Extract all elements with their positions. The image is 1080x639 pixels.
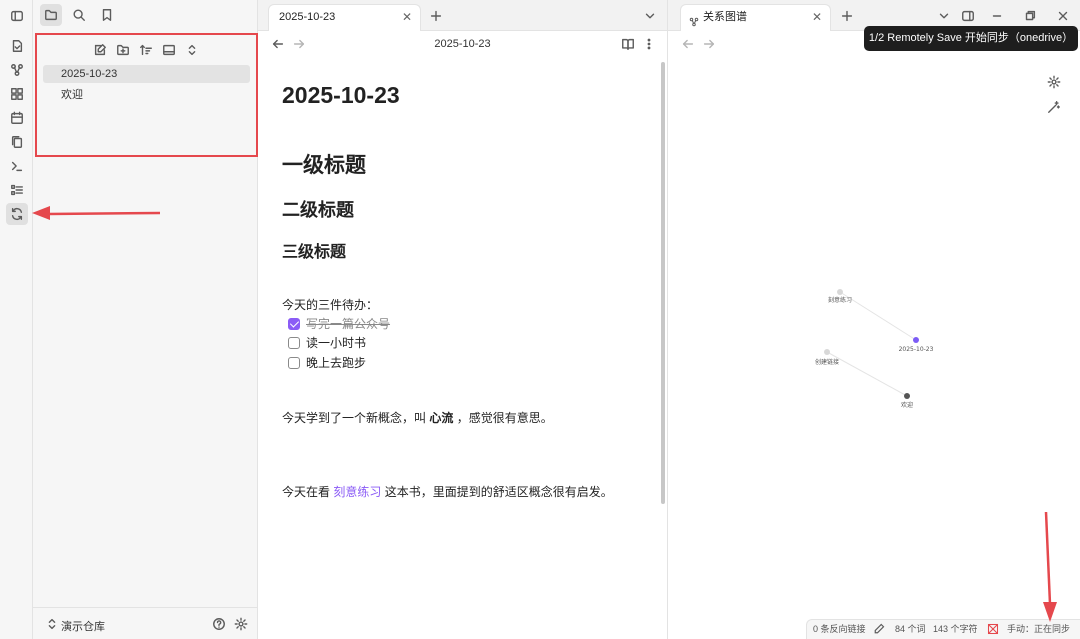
graph-pane: 关系图谱 ✕ 刻意练习 2025-10-23 创建链接 欢迎 bbox=[668, 0, 1080, 639]
file-item[interactable]: 欢迎 bbox=[43, 86, 250, 104]
graph-node-label: 刻意练习 bbox=[828, 296, 852, 304]
bookmarks-tab-icon[interactable] bbox=[96, 4, 118, 26]
graph-node-label: 2025-10-23 bbox=[899, 346, 934, 353]
word-count: 84 个词 bbox=[895, 624, 926, 634]
remotely-save-sync-icon[interactable] bbox=[6, 203, 28, 225]
new-tab-icon[interactable] bbox=[425, 5, 447, 27]
help-icon[interactable] bbox=[208, 613, 230, 635]
heading-3: 三级标题 bbox=[282, 244, 347, 261]
status-bar: 0 条反向链接 84 个词 143 个字符 手动：正在同步 bbox=[806, 619, 1080, 639]
task-text: 写完一篇公众号 bbox=[306, 317, 391, 331]
app-window: 2025-10-23 欢迎 演示仓库 2025-10-23 ✕ 2025-10-… bbox=[0, 0, 1080, 639]
templates-icon[interactable] bbox=[6, 131, 28, 153]
graph-node[interactable] bbox=[904, 393, 910, 399]
heading-2: 二级标题 bbox=[282, 200, 354, 220]
text-run: 这本书，里面提到的舒适区概念很有启发。 bbox=[384, 485, 613, 499]
task-checkbox[interactable] bbox=[288, 336, 300, 349]
note-tab-title: 2025-10-23 bbox=[279, 11, 336, 23]
file-item[interactable]: 2025-10-23 bbox=[43, 65, 250, 83]
calendar-icon[interactable] bbox=[6, 107, 28, 129]
editor-view-header: 2025-10-23 bbox=[258, 31, 667, 57]
files-tab-icon[interactable] bbox=[40, 4, 62, 26]
auto-reveal-icon[interactable] bbox=[158, 39, 180, 61]
canvas-icon[interactable] bbox=[6, 83, 28, 105]
sync-status-text[interactable]: 手动：正在同步 bbox=[1007, 620, 1070, 639]
graph-view-icon[interactable] bbox=[6, 59, 28, 81]
text-run: 今天学到了一个新概念，叫 bbox=[282, 411, 427, 425]
tab-list-chevron-icon[interactable] bbox=[639, 5, 661, 27]
text-run: 今天在看 bbox=[282, 485, 331, 499]
vault-chevron-icon[interactable] bbox=[41, 613, 63, 635]
paragraph-flow: 今天学到了一个新概念，叫 心流 ，感觉很有意思。 bbox=[282, 409, 553, 426]
new-folder-icon[interactable] bbox=[112, 39, 134, 61]
sidebar-toggle-icon[interactable] bbox=[6, 5, 28, 27]
sort-icon[interactable] bbox=[135, 39, 157, 61]
file-nav-buttons bbox=[37, 39, 256, 59]
task-item: 读一小时书 bbox=[288, 334, 366, 351]
vault-name[interactable]: 演示仓库 bbox=[61, 618, 105, 634]
task-item: 晚上去跑步 bbox=[288, 354, 366, 371]
task-checkbox-checked[interactable] bbox=[288, 317, 300, 330]
paragraph-book: 今天在看 刻意练习 这本书，里面提到的舒适区概念很有启发。 bbox=[282, 483, 613, 500]
terminal-icon[interactable] bbox=[6, 155, 28, 177]
outline-icon[interactable] bbox=[6, 179, 28, 201]
editor-tab-bar: 2025-10-23 ✕ bbox=[258, 0, 667, 31]
task-item: 写完一篇公众号 bbox=[288, 315, 390, 332]
note-tab[interactable]: 2025-10-23 ✕ bbox=[268, 4, 421, 31]
file-explorer-panel: 2025-10-23 欢迎 演示仓库 bbox=[33, 0, 258, 639]
close-tab-icon[interactable]: ✕ bbox=[402, 5, 412, 30]
explorer-tab-strip bbox=[33, 0, 258, 30]
graph-node-label: 创建链接 bbox=[815, 358, 839, 366]
vault-switcher: 演示仓库 bbox=[33, 607, 258, 639]
left-ribbon bbox=[0, 0, 33, 639]
backlinks-count[interactable]: 0 条反向链接 bbox=[813, 620, 866, 639]
graph-node-label: 欢迎 bbox=[901, 401, 913, 409]
file-list-highlight-box: 2025-10-23 欢迎 bbox=[35, 33, 258, 157]
graph-node[interactable] bbox=[824, 349, 830, 355]
new-note-icon[interactable] bbox=[89, 39, 111, 61]
char-count: 143 个字符 bbox=[933, 624, 978, 634]
sync-status-icon[interactable] bbox=[987, 623, 999, 639]
reading-view-icon[interactable] bbox=[617, 33, 639, 55]
graph-node[interactable] bbox=[837, 289, 843, 295]
graph-canvas[interactable]: 刻意练习 2025-10-23 创建链接 欢迎 bbox=[668, 0, 1080, 639]
text-run: ，感觉很有意思。 bbox=[456, 411, 553, 425]
sync-notice[interactable]: 1/2 Remotely Save 开始同步（onedrive） bbox=[864, 26, 1078, 51]
heading-1: 一级标题 bbox=[282, 154, 366, 177]
collapse-expand-icon[interactable] bbox=[181, 39, 203, 61]
search-tab-icon[interactable] bbox=[68, 4, 90, 26]
settings-gear-icon[interactable] bbox=[230, 613, 252, 635]
task-checkbox[interactable] bbox=[288, 356, 300, 369]
task-text: 晚上去跑步 bbox=[306, 356, 367, 370]
editor-view-title[interactable]: 2025-10-23 bbox=[258, 31, 667, 57]
graph-node[interactable] bbox=[913, 337, 919, 343]
task-text: 读一小时书 bbox=[306, 336, 367, 350]
note-title[interactable]: 2025-10-23 bbox=[282, 82, 400, 109]
editor-pane: 2025-10-23 ✕ 2025-10-23 2025-10-23 一级标题 … bbox=[258, 0, 668, 639]
editor-scrollbar[interactable] bbox=[661, 62, 665, 504]
more-options-icon[interactable] bbox=[638, 33, 660, 55]
internal-link[interactable]: 刻意练习 bbox=[333, 485, 381, 499]
bold-text: 心流 bbox=[429, 411, 454, 425]
edit-mode-icon[interactable] bbox=[873, 623, 885, 639]
quick-switcher-icon[interactable] bbox=[6, 35, 28, 57]
todo-intro: 今天的三件待办： bbox=[282, 298, 379, 312]
